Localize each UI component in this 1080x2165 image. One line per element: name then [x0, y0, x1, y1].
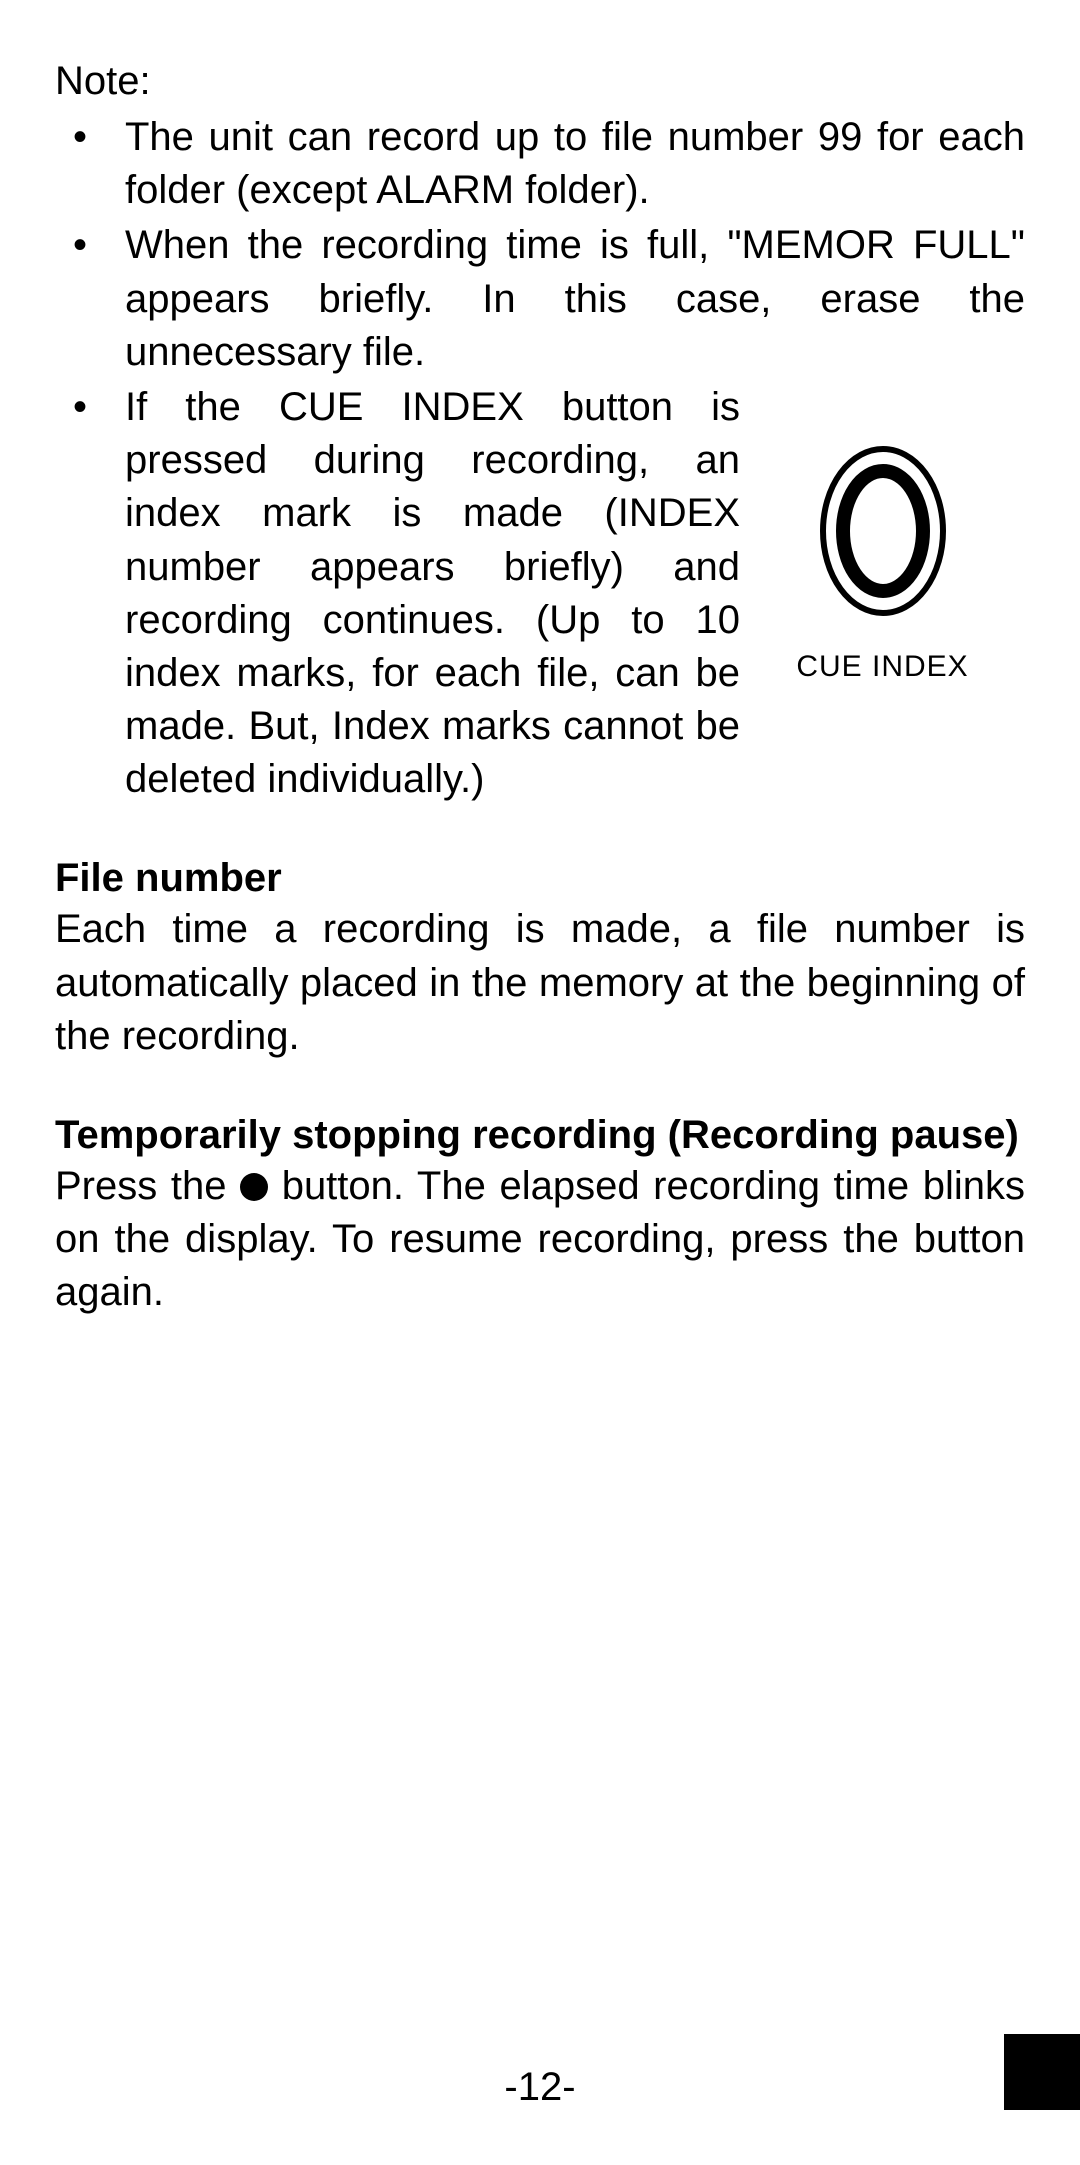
note-item: If the CUE INDEX button is pressed durin… — [125, 381, 1025, 807]
section-text: Press the — [55, 1164, 240, 1208]
figure-caption: CUE INDEX — [740, 647, 1025, 687]
cue-index-button-icon — [808, 441, 958, 621]
manual-page: Note: The unit can record up to file num… — [0, 0, 1080, 2165]
record-button-icon — [240, 1173, 268, 1201]
note-label: Note: — [55, 55, 1025, 107]
note-item: When the recording time is full, "MEMOR … — [125, 219, 1025, 379]
cue-index-figure: CUE INDEX — [740, 441, 1025, 687]
section-heading-file-number: File number — [55, 856, 1025, 901]
page-edge-marker — [1004, 2034, 1080, 2110]
note-item: The unit can record up to file number 99… — [125, 111, 1025, 217]
page-number: -12- — [0, 2065, 1080, 2110]
section-heading-pause: Temporarily stopping recording (Recordin… — [55, 1113, 1025, 1158]
note-list: The unit can record up to file number 99… — [55, 111, 1025, 806]
note-item-text: If the CUE INDEX button is pressed durin… — [125, 381, 740, 807]
section-body: Each time a recording is made, a file nu… — [55, 903, 1025, 1063]
section-body: Press the button. The elapsed recording … — [55, 1160, 1025, 1320]
